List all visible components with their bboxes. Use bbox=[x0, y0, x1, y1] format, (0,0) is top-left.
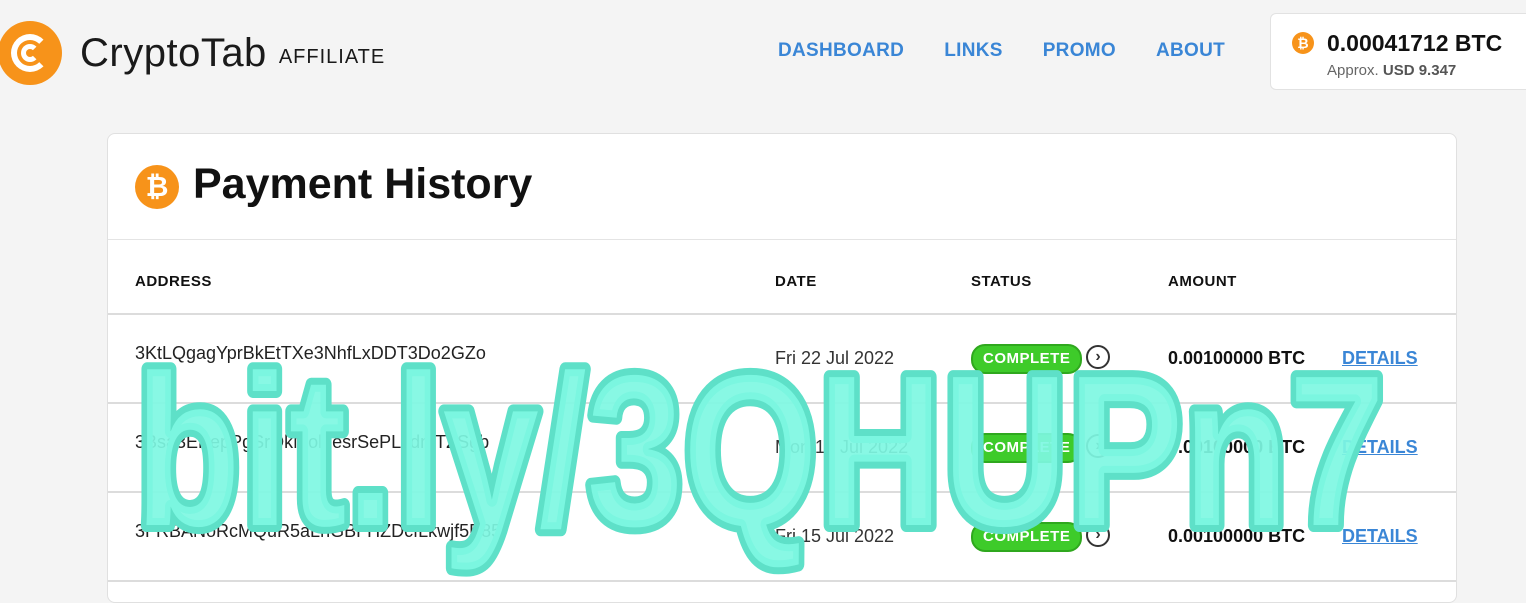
cryptotab-logo-icon bbox=[0, 21, 62, 85]
chevron-right-circle-icon[interactable]: › bbox=[1086, 523, 1110, 547]
table-row: 3KtLQgagYprBkEtTXe3NhfLxDDT3Do2GZo Fri 2… bbox=[108, 314, 1456, 404]
nav-links[interactable]: LINKS bbox=[944, 40, 1003, 62]
nav-promo[interactable]: PROMO bbox=[1043, 40, 1116, 62]
chevron-right-circle-icon[interactable]: › bbox=[1086, 434, 1110, 458]
column-amount: AMOUNT bbox=[1168, 273, 1237, 290]
table-header: ADDRESS DATE STATUS AMOUNT bbox=[108, 240, 1456, 315]
row-date: Fri 15 Jul 2022 bbox=[775, 526, 895, 546]
row-address: 3FRBANoRcMQuR5aLnGBFHZDcfLkwjf5P85 bbox=[135, 521, 502, 541]
balance-amount: 0.00041712 BTC bbox=[1327, 30, 1503, 56]
nav-about[interactable]: ABOUT bbox=[1156, 40, 1225, 62]
bitcoin-icon: ₿ bbox=[135, 165, 179, 209]
nav-dashboard[interactable]: DASHBOARD bbox=[778, 40, 904, 62]
usd-value: USD 9.347 bbox=[1382, 62, 1457, 79]
main-nav: DASHBOARD LINKS PROMO ABOUT bbox=[778, 40, 1225, 62]
row-address: 3Bsa3EPepPgSrQkMobjesrSePLvdmTZSgb bbox=[135, 432, 490, 452]
page-title: Payment History bbox=[193, 160, 533, 208]
balance-widget[interactable]: ₿ 0.00041712 BTC Approx. USD 9.347 bbox=[1270, 13, 1526, 90]
status-badge: COMPLETE bbox=[971, 522, 1083, 552]
row-amount: 0.00100000 BTC bbox=[1168, 437, 1306, 457]
column-status: STATUS bbox=[971, 273, 1032, 290]
brand-subtitle: AFFILIATE bbox=[278, 45, 386, 68]
row-date: Mon 18 Jul 2022 bbox=[775, 437, 909, 457]
details-link[interactable]: DETAILS bbox=[1342, 437, 1418, 458]
column-date: DATE bbox=[775, 273, 817, 290]
status-badge: COMPLETE bbox=[971, 433, 1083, 463]
payment-history-card: ₿ Payment History ADDRESS DATE STATUS AM… bbox=[107, 133, 1457, 603]
balance-usd: Approx. USD 9.347 bbox=[1327, 62, 1456, 79]
bitcoin-icon: ₿ bbox=[1292, 32, 1314, 54]
app-logo[interactable]: CryptoTab AFFILIATE bbox=[0, 20, 385, 86]
details-link[interactable]: DETAILS bbox=[1342, 526, 1418, 547]
chevron-right-circle-icon[interactable]: › bbox=[1086, 345, 1110, 369]
details-link[interactable]: DETAILS bbox=[1342, 348, 1418, 369]
row-address: 3KtLQgagYprBkEtTXe3NhfLxDDT3Do2GZo bbox=[135, 343, 486, 363]
column-address: ADDRESS bbox=[135, 273, 212, 290]
row-date: Fri 22 Jul 2022 bbox=[775, 348, 895, 368]
card-header: ₿ Payment History bbox=[108, 134, 1456, 240]
table-row: 3FRBANoRcMQuR5aLnGBFHZDcfLkwjf5P85 Fri 1… bbox=[108, 492, 1456, 582]
brand-name: CryptoTab bbox=[80, 30, 267, 75]
table-row: 3Bsa3EPepPgSrQkMobjesrSePLvdmTZSgb Mon 1… bbox=[108, 403, 1456, 493]
approx-label: Approx. bbox=[1327, 62, 1379, 79]
status-badge: COMPLETE bbox=[971, 344, 1083, 374]
row-amount: 0.00100000 BTC bbox=[1168, 526, 1306, 546]
row-amount: 0.00100000 BTC bbox=[1168, 348, 1306, 368]
